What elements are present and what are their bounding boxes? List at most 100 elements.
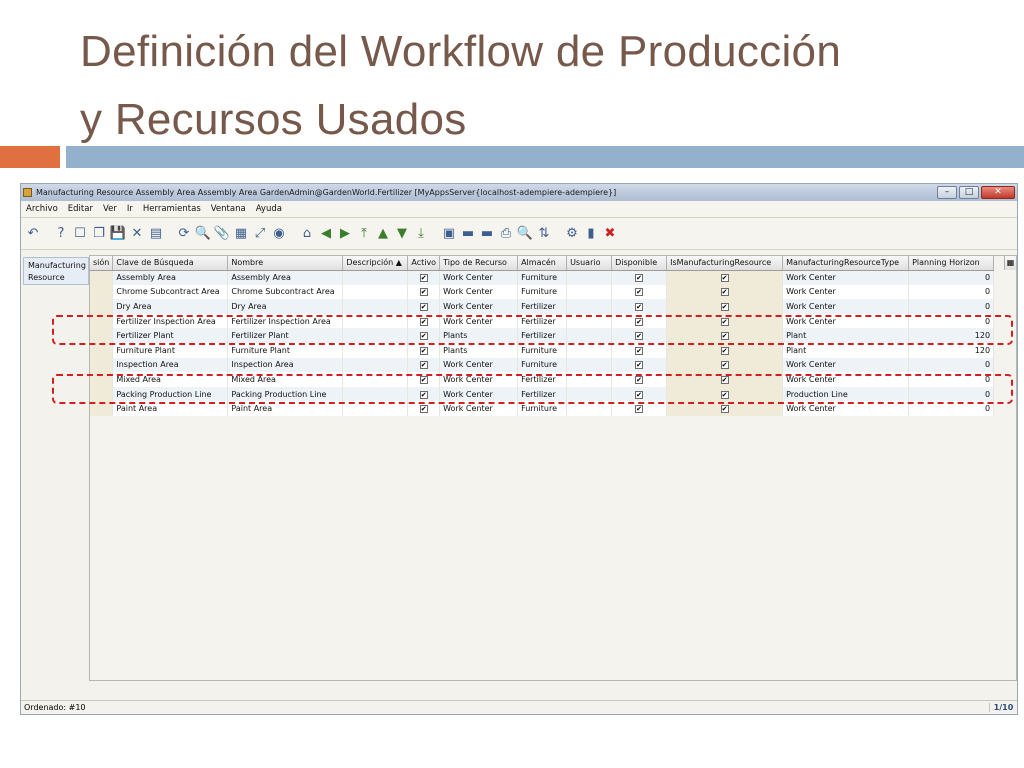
table-cell[interactable]: Work Center [782,270,910,285]
previous-icon[interactable]: ◀ [318,225,334,243]
column-header[interactable]: Clave de Búsqueda [112,256,229,271]
up-icon[interactable]: ▲ [375,225,391,243]
delete-icon[interactable]: ✕ [129,225,145,243]
undo-icon[interactable]: ↶ [25,225,41,243]
checkbox-cell[interactable]: ✔ [611,386,668,402]
checkbox[interactable]: ✔ [419,375,428,384]
table-cell[interactable] [566,284,613,300]
table-cell[interactable] [342,328,409,343]
checkbox-cell[interactable]: ✔ [666,401,784,416]
table-row[interactable]: Fertilizer Plant Fertilizer Plant ✔ Plants F… [90,328,995,343]
table-cell[interactable]: Work Center [439,386,519,402]
table-cell[interactable]: Fertilizer [517,299,568,314]
archive-icon[interactable]: ▬ [460,225,476,243]
table-cell[interactable] [566,299,613,314]
table-cell[interactable]: Fertilizer Inspection Area [112,313,229,329]
maximize-button[interactable]: □ [959,186,979,199]
checkbox-cell[interactable]: ✔ [407,284,441,300]
table-cell[interactable]: Plant [782,328,910,343]
checkbox[interactable]: ✔ [635,288,644,297]
window-titlebar[interactable]: Manufacturing Resource Assembly Area Ass… [21,184,1017,201]
checkbox[interactable]: ✔ [635,346,644,355]
table-cell[interactable]: 120 [908,342,995,358]
table-cell[interactable]: Work Center [439,313,519,329]
checkbox-cell[interactable]: ✔ [611,313,668,329]
checkbox[interactable]: ✔ [419,288,428,297]
checkbox-cell[interactable]: ✔ [666,313,784,329]
table-cell[interactable]: Furniture [517,342,568,358]
checkbox-cell[interactable]: ✔ [407,401,441,416]
table-cell[interactable]: Inspection Area [112,357,229,373]
checkbox[interactable]: ✔ [635,390,644,399]
checkbox-cell[interactable]: ✔ [407,328,441,343]
minimize-button[interactable]: – [937,186,957,199]
checkbox-cell[interactable]: ✔ [407,372,441,387]
table-cell[interactable]: Fertilizer [517,372,568,387]
table-cell[interactable] [90,270,114,285]
table-cell[interactable] [566,328,613,343]
table-row[interactable]: Dry Area Dry Area ✔ Work Center Fertilizer ✔ ✔… [90,299,995,314]
table-cell[interactable]: Paint Area [112,401,229,416]
checkbox-cell[interactable]: ✔ [407,299,441,314]
checkbox[interactable]: ✔ [419,274,428,283]
table-cell[interactable]: Plants [439,328,519,343]
table-cell[interactable]: Chrome Subcontract Area [112,284,229,300]
table-cell[interactable]: Furniture [517,401,568,416]
table-cell[interactable]: Work Center [439,284,519,300]
checkbox-cell[interactable]: ✔ [611,328,668,343]
checkbox[interactable]: ✔ [720,375,729,384]
table-cell[interactable]: Furniture [517,270,568,285]
table-cell[interactable]: Packing Production Line [227,386,344,402]
table-cell[interactable]: 0 [908,270,995,285]
table-cell[interactable]: Work Center [439,357,519,373]
table-cell[interactable] [90,357,114,373]
table-cell[interactable]: 0 [908,401,995,416]
column-header[interactable]: IsManufacturingResource [666,256,784,271]
down-icon[interactable]: ▼ [394,225,410,243]
menu-ayuda[interactable]: Ayuda [256,204,282,214]
table-row[interactable]: Packing Production Line Packing Productio… [90,386,995,402]
table-cell[interactable]: 0 [908,372,995,387]
checkbox-cell[interactable]: ✔ [407,270,441,285]
report-icon[interactable]: ▣ [441,225,457,243]
table-cell[interactable]: Packing Production Line [112,386,229,402]
table-cell[interactable]: Work Center [782,401,910,416]
table-cell[interactable]: 120 [908,328,995,343]
table-cell[interactable] [90,386,114,402]
column-header[interactable]: Planning Horizon [908,256,995,271]
checkbox-cell[interactable]: ✔ [611,372,668,387]
checkbox[interactable]: ✔ [720,390,729,399]
request-icon[interactable]: ⇅ [536,225,552,243]
checkbox[interactable]: ✔ [635,332,644,341]
checkbox-cell[interactable]: ✔ [666,357,784,373]
table-cell[interactable]: Paint Area [227,401,344,416]
attachment-icon[interactable]: 📎 [214,225,230,243]
table-row[interactable]: Mixed Area Mixed Area ✔ Work Center Fertiliz… [90,372,995,387]
table-cell[interactable] [566,401,613,416]
checkbox-cell[interactable]: ✔ [407,313,441,329]
menu-ir[interactable]: Ir [127,204,133,214]
print-preview-icon[interactable]: ⎙ [498,225,514,243]
table-cell[interactable]: Dry Area [227,299,344,314]
checkbox[interactable]: ✔ [635,317,644,326]
checkbox-cell[interactable]: ✔ [666,328,784,343]
checkbox-cell[interactable]: ✔ [611,270,668,285]
checkbox[interactable]: ✔ [419,346,428,355]
table-row[interactable]: Inspection Area Inspection Area ✔ Work Cent… [90,357,995,373]
checkbox[interactable]: ✔ [419,332,428,341]
checkbox-cell[interactable]: ✔ [407,386,441,402]
table-row[interactable]: Chrome Subcontract Area Chrome Subcontrac… [90,284,995,300]
table-cell[interactable]: Mixed Area [112,372,229,387]
table-cell[interactable]: Fertilizer Plant [112,328,229,343]
checkbox[interactable]: ✔ [720,332,729,341]
checkbox-cell[interactable]: ✔ [666,270,784,285]
table-row[interactable]: Assembly Area Assembly Area ✔ Work Center Fu… [90,270,995,285]
new-record-icon[interactable]: ☐ [72,225,88,243]
table-cell[interactable]: Plants [439,342,519,358]
column-header[interactable]: Nombre [227,256,344,271]
table-cell[interactable] [342,270,409,285]
table-cell[interactable] [342,357,409,373]
table-cell[interactable]: Dry Area [112,299,229,314]
print-icon[interactable]: ▤ [148,225,164,243]
chat-icon[interactable]: ▮ [583,225,599,243]
